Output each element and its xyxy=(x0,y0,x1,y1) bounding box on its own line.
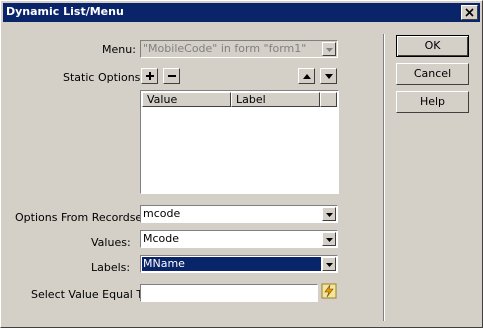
recordset-label: Options From Recordset: xyxy=(15,211,151,224)
column-header-value[interactable]: Value xyxy=(142,92,231,107)
dynamic-data-button[interactable] xyxy=(321,283,337,299)
labels-select[interactable]: MName xyxy=(140,255,338,273)
values-select[interactable]: Mcode xyxy=(140,230,338,248)
title-bar: Dynamic List/Menu xyxy=(3,3,480,22)
chevron-down-icon xyxy=(326,213,333,217)
close-icon xyxy=(465,8,474,17)
cancel-button[interactable]: Cancel xyxy=(396,63,469,85)
move-down-icon xyxy=(325,74,333,79)
select-value-input[interactable] xyxy=(140,284,318,302)
labels-value: MName xyxy=(142,257,321,271)
static-options-label: Static Options: xyxy=(63,71,145,84)
dynamic-data-icon xyxy=(321,283,337,299)
values-label: Values: xyxy=(91,236,131,249)
values-value: Mcode xyxy=(143,232,180,245)
window-title: Dynamic List/Menu xyxy=(6,5,124,18)
close-button[interactable] xyxy=(461,5,478,20)
menu-label: Menu: xyxy=(102,43,136,56)
values-dropdown-button[interactable] xyxy=(322,232,336,246)
select-value-label: Select Value Equal To: xyxy=(31,288,152,301)
recordset-dropdown-button[interactable] xyxy=(322,207,336,221)
vertical-divider xyxy=(383,34,385,321)
menu-dropdown-button xyxy=(322,42,336,56)
recordset-select[interactable]: mcode xyxy=(140,205,338,223)
move-up-button[interactable] xyxy=(298,68,315,84)
help-button[interactable]: Help xyxy=(396,91,469,113)
remove-option-button[interactable] xyxy=(163,68,180,84)
menu-value: "MobileCode" in form "form1" xyxy=(143,42,307,55)
chevron-down-icon xyxy=(326,238,333,242)
move-up-icon xyxy=(303,74,311,79)
recordset-value: mcode xyxy=(143,207,181,220)
dialog-window: Dynamic List/Menu Menu: "MobileCode" in … xyxy=(0,0,483,328)
static-options-list[interactable]: Value Label xyxy=(140,90,339,194)
column-header-label[interactable]: Label xyxy=(231,92,320,107)
menu-select: "MobileCode" in form "form1" xyxy=(140,40,338,58)
chevron-down-icon xyxy=(326,48,333,52)
labels-label: Labels: xyxy=(91,261,131,274)
add-option-button[interactable] xyxy=(141,68,158,84)
column-header-spacer xyxy=(320,92,337,107)
remove-icon xyxy=(168,75,176,77)
labels-dropdown-button[interactable] xyxy=(322,257,336,271)
ok-button[interactable]: OK xyxy=(396,35,469,57)
chevron-down-icon xyxy=(326,263,333,267)
move-down-button[interactable] xyxy=(320,68,337,84)
add-icon xyxy=(146,72,154,80)
